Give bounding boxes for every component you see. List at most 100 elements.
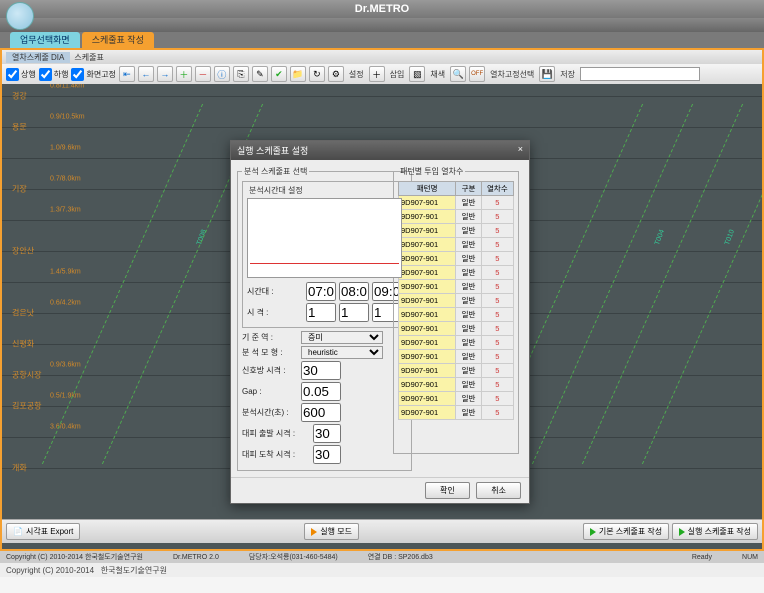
close-icon[interactable]: × [518,144,523,157]
tab-schedule-create[interactable]: 스케줄표 작성 [82,32,154,48]
station-label: 신평화 [12,339,34,350]
check-up[interactable]: 상행 [6,68,36,81]
station-label: 검은낫 [12,308,34,319]
table-row[interactable]: 9D907-901일반5 [399,266,514,280]
basic-schedule-button[interactable]: 기본 스케줄표 작성 [583,523,669,540]
app-title: Dr.METRO [355,3,409,15]
arrive-gap-input[interactable] [313,445,341,464]
table-row[interactable]: 9D907-901일반5 [399,322,514,336]
table-row[interactable]: 9D907-901일반5 [399,252,514,266]
km-label: 3.6/0.4km [50,424,81,431]
ok-button[interactable]: 확인 [425,482,470,499]
arrow-icon [590,528,596,536]
table-row[interactable]: 9D907-901일반5 [399,350,514,364]
remove-icon[interactable]: － [195,66,211,82]
table-row[interactable]: 9D907-901일반5 [399,378,514,392]
save-icon[interactable]: 💾 [539,66,555,82]
sim-mode-button[interactable]: 실행 모드 [304,523,359,540]
subtab-dia[interactable]: 열차스케줄 DIA [6,52,70,63]
table-row[interactable]: 9D907-901일반5 [399,336,514,350]
tab-task-select[interactable]: 업무선택화면 [10,32,80,48]
duration-input[interactable] [301,403,341,422]
train-select-label: 열차고정선택 [488,69,536,80]
depart-gap-input[interactable] [313,424,341,443]
station-select[interactable]: 증미 [301,331,383,344]
gap-2-input[interactable] [339,303,369,322]
group-pattern-trains: 패턴별 투입 열차수 패턴명 구분 열차수 9D907-901일반59D907-… [393,166,519,454]
bottom-toolbar: 📄시각표 Export 실행 모드 기본 스케줄표 작성 실행 스케줄표 작성 [2,519,762,543]
station-label: 용문 [12,122,27,133]
main-tabs: 업무선택화면 스케줄표 작성 [0,32,764,48]
station-label: 기장 [12,184,27,195]
table-row[interactable]: 9D907-901일반5 [399,364,514,378]
station-label: 경강 [12,91,27,102]
main-toolbar: 상행 하행 화면고정 ⇤ ← → ＋ － ⓘ ⎘ ✎ ✔ 📁 ↻ ⚙설정 ＋삽입… [2,64,762,84]
status-bar-1: Copyright (C) 2010-2014 한국철도기술연구원 Dr.MET… [0,551,764,563]
station-label: 공항시장 [12,370,41,381]
insert-icon[interactable]: ＋ [369,66,385,82]
nav-next-icon[interactable]: → [157,66,173,82]
export-button[interactable]: 📄시각표 Export [6,523,80,540]
group-time-range: 분석시간대 설정 시간대 : 시 격 : [242,181,407,328]
col-pattern: 패턴명 [399,182,456,196]
sub-toolbar: 열차스케줄 DIA 스케줄표 [2,50,762,64]
pattern-table[interactable]: 패턴명 구분 열차수 9D907-901일반59D907-901일반59D907… [398,181,514,420]
time-2-input[interactable] [339,282,369,301]
add-icon[interactable]: ＋ [176,66,192,82]
col-type: 구분 [456,182,482,196]
status-bar-2: Copyright (C) 2010-2014 한국철도기술연구원 [0,563,764,577]
station-label: 김포공항 [12,401,41,412]
copy-icon[interactable]: ⎘ [233,66,249,82]
table-row[interactable]: 9D907-901일반5 [399,406,514,420]
time-1-input[interactable] [306,282,336,301]
table-row[interactable]: 9D907-901일반5 [399,238,514,252]
km-label: 1.0/9.6km [50,145,81,152]
settings-dialog: 실행 스케줄표 설정 × 분석 스케줄표 선택 분석시간대 설정 시간대 : [230,140,530,504]
dialog-footer: 확인 취소 [231,477,529,503]
signal-input[interactable] [301,361,341,380]
run-schedule-button[interactable]: 실행 스케줄표 작성 [672,523,758,540]
folder-icon[interactable]: 📁 [290,66,306,82]
subtab-schedule[interactable]: 스케줄표 [74,52,103,63]
edit-icon[interactable]: ✎ [252,66,268,82]
table-row[interactable]: 9D907-901일반5 [399,210,514,224]
export-icon: 📄 [13,527,23,536]
confirm-icon[interactable]: ✔ [271,66,287,82]
title-bar: Dr.METRO [0,0,764,18]
table-row[interactable]: 9D907-901일반5 [399,280,514,294]
off-icon[interactable]: OFF [469,66,485,82]
cancel-button[interactable]: 취소 [476,482,521,499]
toolbar-input[interactable] [580,67,700,81]
check-down[interactable]: 하행 [39,68,69,81]
table-row[interactable]: 9D907-901일반5 [399,392,514,406]
gear-icon[interactable]: ⚙ [328,66,344,82]
table-row[interactable]: 9D907-901일반5 [399,294,514,308]
km-label: 0.7/8.0km [50,176,81,183]
play-icon [311,528,317,536]
arrow-icon [679,528,685,536]
model-select[interactable]: heuristic [301,346,383,359]
km-label: 0.6/4.2km [50,300,81,307]
gap-1-input[interactable] [306,303,336,322]
dialog-title: 실행 스케줄표 설정 [237,144,308,157]
nav-first-icon[interactable]: ⇤ [119,66,135,82]
station-label: 장안산 [12,246,34,257]
info-icon[interactable]: ⓘ [214,66,230,82]
palette-icon[interactable]: ▧ [409,66,425,82]
refresh-icon[interactable]: ↻ [309,66,325,82]
time-graph[interactable] [247,198,402,278]
km-label: 1.4/5.9km [50,269,81,276]
dialog-titlebar[interactable]: 실행 스케줄표 설정 × [231,141,529,160]
gap-value-input[interactable] [301,382,341,401]
app-logo [6,2,34,30]
nav-prev-icon[interactable]: ← [138,66,154,82]
km-label: 0.5/1.9km [50,393,81,400]
table-row[interactable]: 9D907-901일반5 [399,224,514,238]
km-label: 1.3/7.3km [50,207,81,214]
check-fix[interactable]: 화면고정 [71,68,115,81]
km-label: 0.8/11.4km [50,84,84,90]
search-icon[interactable]: 🔍 [450,66,466,82]
table-row[interactable]: 9D907-901일반5 [399,196,514,210]
table-row[interactable]: 9D907-901일반5 [399,308,514,322]
group-schedule-select: 분석 스케줄표 선택 분석시간대 설정 시간대 : 시 격 : [237,166,412,471]
